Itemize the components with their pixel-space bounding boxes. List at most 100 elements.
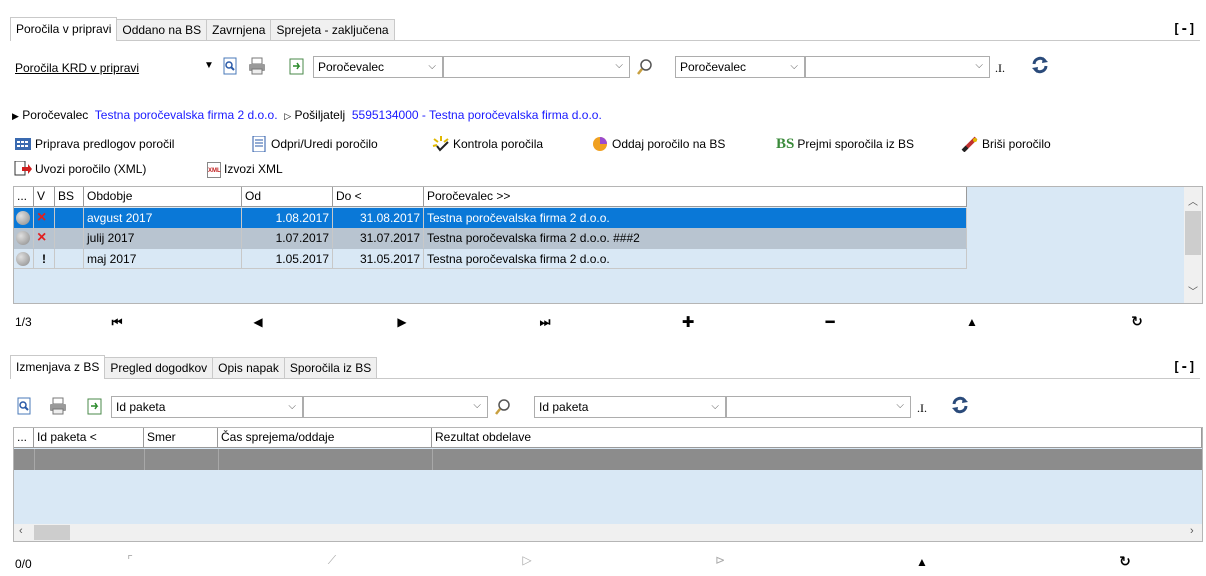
chevron-down-icon: ⌵ [975, 60, 983, 71]
collapse-bottom-button[interactable]: [-] [1173, 360, 1196, 375]
clear-filter-button[interactable]: .I. [917, 401, 927, 416]
cell-reporter: Testna poročevalska firma 2 d.o.o. [424, 208, 967, 228]
table-row[interactable]: × julij 2017 1.07.2017 31.07.2017 Testna… [14, 228, 967, 249]
tab-oddano-na-bs[interactable]: Oddano na BS [116, 19, 208, 40]
export-xml-button[interactable]: XML Izvozi XML [207, 159, 283, 179]
clear-filter-button[interactable]: .I. [995, 61, 1005, 76]
scroll-up-icon[interactable]: ︿ [1188, 193, 1198, 208]
breadcrumb: ▶ Poročevalec Testna poročevalska firma … [12, 108, 602, 122]
grid2-header-package-id[interactable]: Id paketa < [34, 428, 144, 448]
open-edit-report-button[interactable]: Odpri/Uredi poročilo [250, 134, 378, 154]
import-xml-label: Uvozi poročilo (XML) [35, 162, 147, 176]
bottom-tabstrip: Izmenjava z BS Pregled dogodkov Opis nap… [10, 355, 1200, 379]
breadcrumb-link-sender[interactable]: 5595134000 - Testna poročevalska firma d… [352, 108, 602, 122]
cell-period: julij 2017 [84, 228, 242, 248]
move-up-icon[interactable]: ▲ [962, 315, 982, 329]
report-menu-link[interactable]: Poročila KRD v pripravi [15, 61, 139, 75]
vertical-scrollbar[interactable]: ︿ ﹀ [1184, 187, 1202, 303]
export-icon[interactable] [287, 56, 307, 76]
previous-record-icon[interactable]: ⟋ [322, 553, 342, 568]
scrollbar-thumb[interactable] [34, 525, 70, 540]
grid2-header-more[interactable]: ... [14, 428, 34, 448]
grid1-header-bs[interactable]: BS [55, 187, 84, 207]
next-record-icon[interactable]: ▷ [517, 553, 537, 567]
last-record-icon[interactable]: ⏭ [535, 315, 555, 330]
refresh-grid-icon[interactable]: ↻ [1115, 553, 1135, 570]
tab-porocila-v-pripravi[interactable]: Poročila v pripravi [10, 17, 118, 41]
preview-icon[interactable] [221, 56, 239, 76]
grid1-header-period[interactable]: Obdobje [84, 187, 242, 207]
filter1-field-select[interactable]: Id paketa ⌵ [111, 396, 303, 418]
check-report-label: Kontrola poročila [453, 137, 544, 151]
grid1-header-from[interactable]: Od [242, 187, 333, 207]
export-xml-label: Izvozi XML [224, 162, 283, 176]
scrollbar-thumb[interactable] [1185, 211, 1201, 255]
cell-reporter: Testna poročevalska firma 2 d.o.o. [424, 249, 967, 269]
horizontal-scrollbar[interactable]: ‹ › [14, 524, 1202, 541]
scroll-down-icon[interactable]: ﹀ [1188, 283, 1198, 298]
breadcrumb-link-reporter[interactable]: Testna poročevalska firma 2 d.o.o. [95, 108, 278, 122]
first-record-icon[interactable]: ⏮ [107, 315, 127, 330]
document-icon [252, 135, 266, 152]
table-row[interactable] [14, 449, 1202, 470]
search-icon[interactable] [495, 398, 511, 416]
grid1-header-more[interactable]: ... [14, 187, 34, 207]
filter2-field-label: Id paketa [539, 400, 589, 414]
breadcrumb-label-reporter: Poročevalec [22, 108, 89, 122]
prepare-drafts-button[interactable]: Priprava predlogov poročil [14, 134, 174, 154]
scroll-left-icon[interactable]: ‹ [19, 525, 23, 537]
refresh-icon[interactable] [1030, 55, 1050, 75]
table-row[interactable]: × avgust 2017 1.08.2017 31.08.2017 Testn… [14, 208, 967, 228]
chevron-down-icon: ⌵ [896, 400, 904, 411]
exchange-grid: ... Id paketa < Smer Čas sprejema/oddaje… [13, 427, 1203, 542]
grid1-header-reporter[interactable]: Poročevalec >> [424, 187, 967, 207]
tab-zavrnjena[interactable]: Zavrnjena [206, 19, 272, 40]
filter1-value-input[interactable]: ⌵ [303, 396, 488, 418]
filter2-value-input[interactable]: ⌵ [805, 56, 990, 78]
first-record-icon[interactable]: ⌜ [120, 553, 140, 567]
preview-icon[interactable] [15, 396, 33, 416]
submit-report-button[interactable]: Oddaj poročilo na BS [591, 134, 725, 154]
tab-sprejeta-zakljucena[interactable]: Sprejeta - zaključena [270, 19, 395, 40]
table-row[interactable]: ! maj 2017 1.05.2017 31.05.2017 Testna p… [14, 249, 967, 269]
refresh-grid-icon[interactable]: ↻ [1127, 313, 1147, 330]
refresh-icon[interactable] [950, 395, 970, 415]
bs-icon: BS [776, 136, 795, 152]
grid2-header-time[interactable]: Čas sprejema/oddaje [218, 428, 432, 448]
receive-messages-label: Prejmi sporočila iz BS [797, 137, 915, 151]
grid2-header-direction[interactable]: Smer [144, 428, 218, 448]
export-icon[interactable] [85, 396, 105, 416]
tab-izmenjava-z-bs[interactable]: Izmenjava z BS [10, 355, 106, 379]
grid1-header-to[interactable]: Do < [333, 187, 424, 207]
delete-record-icon[interactable]: ━ [820, 313, 840, 331]
tab-sporocila-iz-bs[interactable]: Sporočila iz BS [283, 357, 378, 378]
report-menu-dropdown-icon[interactable]: ▼ [204, 60, 214, 71]
check-report-button[interactable]: Kontrola poročila [432, 134, 543, 154]
filter2-value-input[interactable]: ⌵ [726, 396, 911, 418]
print-icon[interactable] [247, 56, 267, 76]
filter1-value-input[interactable]: ⌵ [443, 56, 630, 78]
filter1-field-select[interactable]: Poročevalec ⌵ [313, 56, 443, 78]
cell-to: 31.05.2017 [333, 249, 424, 269]
collapse-top-button[interactable]: [-] [1173, 22, 1196, 37]
filter2-field-select[interactable]: Poročevalec ⌵ [675, 56, 805, 78]
tab-opis-napak[interactable]: Opis napak [212, 357, 285, 378]
next-record-icon[interactable]: ▶ [392, 315, 412, 329]
receive-messages-button[interactable]: BS Prejmi sporočila iz BS [776, 134, 914, 154]
previous-record-icon[interactable]: ◀ [248, 315, 268, 329]
grid1-header-v[interactable]: V [34, 187, 55, 207]
delete-report-button[interactable]: Briši poročilo [961, 134, 1051, 154]
chevron-down-icon: ⌵ [288, 401, 296, 412]
move-up-icon[interactable]: ▲ [912, 555, 932, 569]
add-record-icon[interactable]: ✚ [678, 313, 698, 331]
search-icon[interactable] [637, 58, 653, 76]
scroll-right-icon[interactable]: › [1190, 525, 1194, 537]
cell-bs [55, 249, 84, 269]
tab-pregled-dogodkov[interactable]: Pregled dogodkov [104, 357, 214, 378]
print-icon[interactable] [48, 396, 68, 416]
cell-from: 1.08.2017 [242, 208, 333, 228]
import-xml-button[interactable]: Uvozi poročilo (XML) [14, 159, 146, 179]
last-record-icon[interactable]: ⊳ [710, 553, 730, 567]
grid2-header-result[interactable]: Rezultat obdelave [432, 428, 1202, 448]
filter2-field-select[interactable]: Id paketa ⌵ [534, 396, 726, 418]
